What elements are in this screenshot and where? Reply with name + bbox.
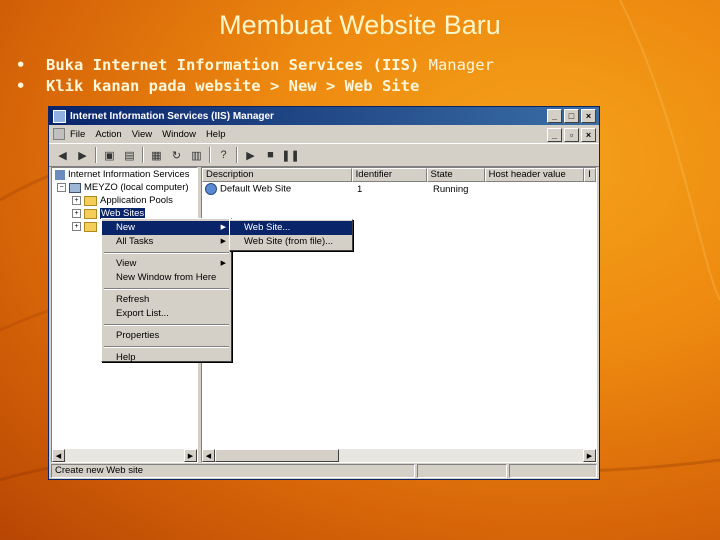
column-identifier[interactable]: Identifier	[351, 168, 427, 182]
close-button[interactable]: ×	[581, 109, 596, 123]
scroll-thumb[interactable]	[215, 449, 339, 462]
slide-title: Membuat Website Baru	[219, 10, 501, 40]
export-icon[interactable]: ▥	[189, 148, 204, 163]
scroll-left-icon[interactable]: ◀	[52, 449, 65, 462]
status-bar: Create new Web site	[51, 464, 597, 478]
up-folder-icon[interactable]: ▣	[102, 148, 117, 163]
menu-item-all-tasks[interactable]: All Tasks ▶	[102, 235, 231, 249]
context-menu: New ▶ All Tasks ▶ View ▶ New Window from He…	[101, 218, 232, 365]
tree-item-computer[interactable]: − MEYZO (local computer)	[52, 181, 197, 194]
list-pane: Description Identifier State Host header…	[201, 167, 597, 463]
maximize-button[interactable]: □	[564, 109, 579, 123]
menu-item-new[interactable]: New ▶	[102, 221, 231, 235]
menu-item-properties[interactable]: Properties	[102, 329, 231, 343]
menu-window[interactable]: Window	[162, 129, 196, 140]
status-text: Create new Web site	[51, 464, 415, 478]
menu-view[interactable]: View	[132, 129, 152, 140]
website-globe-icon	[205, 183, 217, 195]
scroll-left-icon[interactable]: ◀	[202, 449, 215, 462]
list-horizontal-scrollbar[interactable]: ◀ ▶	[202, 449, 596, 462]
submenu-item-web-site[interactable]: Web Site...	[230, 221, 352, 235]
submenu-arrow-icon: ▶	[220, 224, 226, 231]
console-menu-icon[interactable]	[53, 128, 65, 140]
play-icon[interactable]: ▶	[243, 148, 258, 163]
column-host-header[interactable]: Host header value	[484, 168, 585, 182]
status-panel	[417, 464, 507, 478]
column-state[interactable]: State	[426, 168, 485, 182]
expand-icon[interactable]: +	[72, 196, 81, 205]
window-title: Internet Information Services (IIS) Mana…	[70, 110, 274, 122]
collapse-icon[interactable]: −	[57, 183, 66, 192]
child-close-button[interactable]: ×	[581, 128, 596, 142]
minimize-button[interactable]: _	[547, 109, 562, 123]
stop-icon[interactable]: ■	[263, 148, 278, 163]
tree-horizontal-scrollbar[interactable]: ◀ ▶	[52, 449, 197, 462]
expand-icon[interactable]: +	[72, 209, 81, 218]
child-minimize-button[interactable]: _	[547, 128, 562, 142]
menu-item-help[interactable]: Help	[102, 351, 231, 365]
scroll-right-icon[interactable]: ▶	[184, 449, 197, 462]
menu-bar: File Action View Window Help _ ▫ ×	[49, 125, 599, 143]
menu-item-refresh[interactable]: Refresh	[102, 293, 231, 307]
menu-item-export-list[interactable]: Export List...	[102, 307, 231, 321]
iis-app-icon	[53, 109, 66, 123]
expand-icon[interactable]: +	[72, 222, 81, 231]
computer-icon	[69, 182, 81, 193]
properties-icon[interactable]: ▦	[149, 148, 164, 163]
submenu-item-web-site-from-file[interactable]: Web Site (from file)...	[230, 235, 352, 249]
iis-root-icon	[55, 169, 65, 180]
tree-item-iis[interactable]: Internet Information Services	[52, 168, 197, 181]
scroll-right-icon[interactable]: ▶	[583, 449, 596, 462]
submenu-arrow-icon: ▶	[220, 238, 226, 245]
bullet-item: • Buka Internet Information Services (IIS…	[16, 56, 494, 74]
toolbar: ◀ ▶ ▣ ▤ ▦ ↻ ▥ ? ▶ ■ ❚❚	[49, 143, 599, 167]
pause-icon[interactable]: ❚❚	[281, 148, 299, 163]
console-icon[interactable]: ▤	[122, 148, 137, 163]
column-headers: Description Identifier State Host header…	[202, 168, 596, 182]
bullet-list: • Buka Internet Information Services (IIS…	[16, 55, 494, 97]
folder-icon	[84, 208, 97, 219]
new-submenu: Web Site... Web Site (from file)...	[229, 219, 353, 251]
title-bar[interactable]: Internet Information Services (IIS) Mana…	[49, 107, 599, 125]
bullet-item: • Klik kanan pada website > New > Web Sit…	[16, 77, 420, 95]
column-description[interactable]: Description	[202, 168, 352, 182]
table-row[interactable]: Default Web Site 1 Running	[202, 182, 596, 196]
back-arrow-icon[interactable]: ◀	[55, 148, 70, 163]
refresh-icon[interactable]: ↻	[169, 148, 184, 163]
submenu-arrow-icon: ▶	[220, 260, 226, 267]
folder-icon	[84, 195, 97, 206]
menu-help[interactable]: Help	[206, 129, 226, 140]
help-icon[interactable]: ?	[216, 148, 231, 163]
column-ip[interactable]: I	[584, 168, 596, 182]
forward-arrow-icon[interactable]: ▶	[75, 148, 90, 163]
menu-item-new-window[interactable]: New Window from Here	[102, 271, 231, 285]
child-restore-button[interactable]: ▫	[564, 128, 579, 142]
menu-action[interactable]: Action	[95, 129, 121, 140]
status-panel	[509, 464, 597, 478]
menu-item-view[interactable]: View ▶	[102, 257, 231, 271]
tree-item-app-pools[interactable]: + Application Pools	[52, 194, 197, 207]
menu-file[interactable]: File	[70, 129, 85, 140]
folder-icon	[84, 221, 97, 232]
